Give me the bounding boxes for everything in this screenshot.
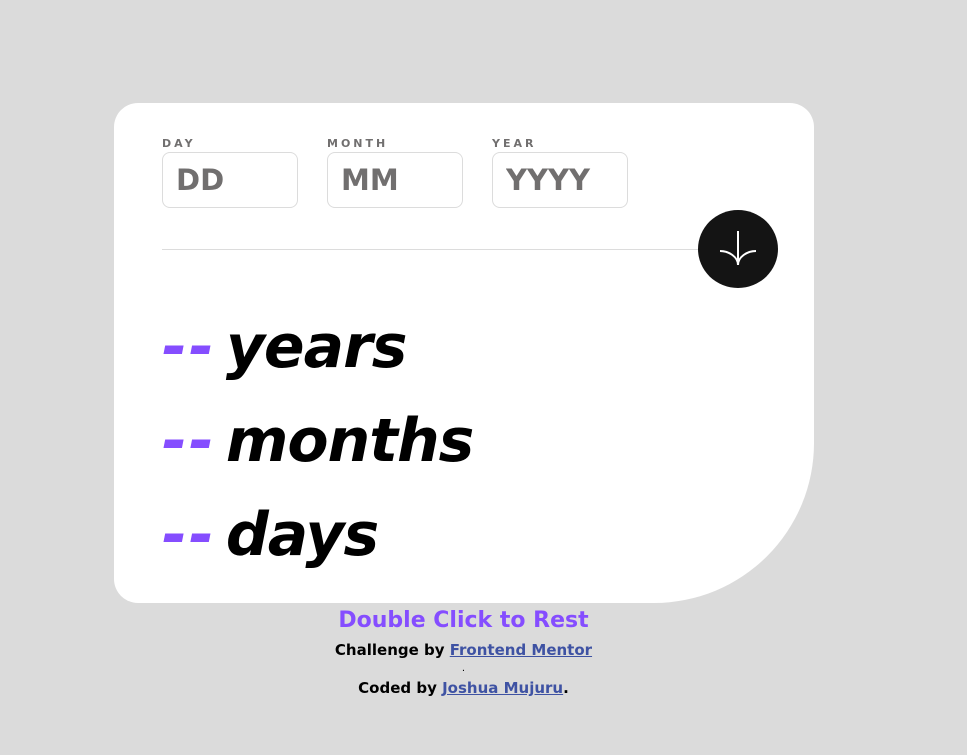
coded-by-attribution: Coded by Joshua Mujuru. [0, 676, 927, 700]
submit-button[interactable] [698, 210, 778, 288]
years-result: -- years [162, 300, 408, 394]
attribution-separator: . [461, 663, 466, 674]
years-unit: years [225, 312, 408, 382]
years-value: -- [162, 312, 216, 382]
year-label: YEAR [492, 137, 537, 150]
coded-prefix: Coded by [358, 679, 443, 697]
footer: Double Click to Rest Challenge by Fronte… [0, 604, 927, 700]
age-calculator-card: DAY MONTH YEAR --years --months --days [114, 103, 814, 603]
year-field: YEAR [492, 137, 628, 208]
month-input[interactable] [327, 152, 463, 208]
day-label: DAY [162, 137, 196, 150]
days-unit: days [225, 500, 379, 570]
arrow-down-icon [719, 231, 757, 266]
challenge-attribution: Challenge by Frontend Mentor [0, 638, 927, 662]
months-unit: months [225, 406, 475, 476]
divider-line [162, 249, 746, 250]
day-field: DAY [162, 137, 298, 208]
days-value: -- [162, 500, 216, 570]
months-result: -- months [162, 394, 475, 488]
coded-suffix: . [563, 679, 569, 697]
frontend-mentor-link[interactable]: Frontend Mentor [450, 641, 592, 659]
month-field: MONTH [327, 137, 463, 208]
month-label: MONTH [327, 137, 389, 150]
days-result: -- days [162, 488, 379, 582]
author-link[interactable]: Joshua Mujuru [442, 679, 563, 697]
challenge-prefix: Challenge by [334, 641, 450, 659]
year-input[interactable] [492, 152, 628, 208]
months-value: -- [162, 406, 216, 476]
day-input[interactable] [162, 152, 298, 208]
reset-hint: Double Click to Rest [338, 608, 589, 633]
